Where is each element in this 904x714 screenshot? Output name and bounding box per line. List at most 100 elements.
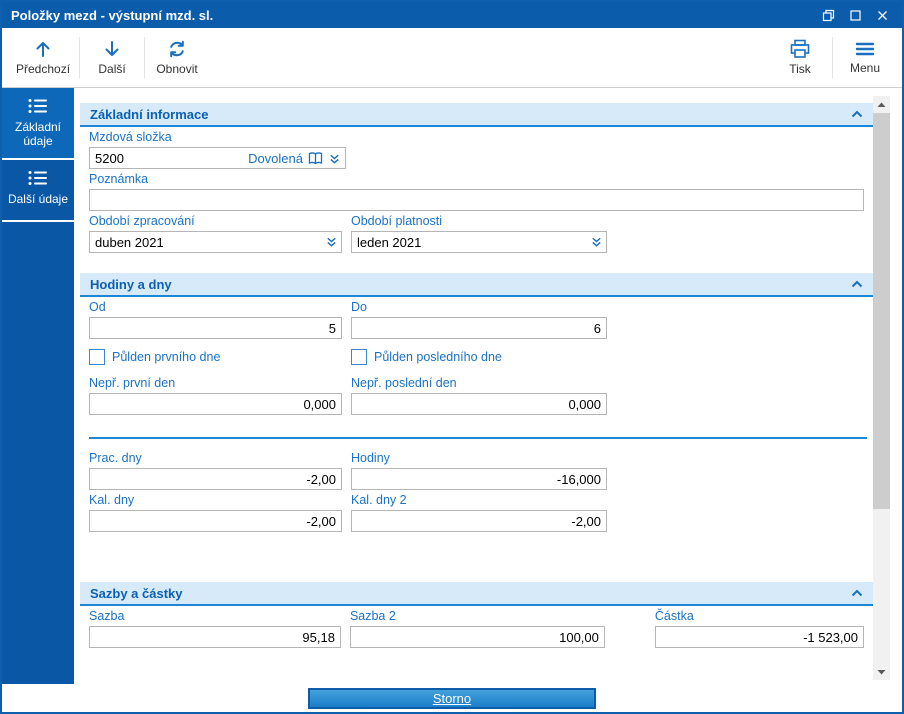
- half-day-last-checkbox[interactable]: [351, 349, 367, 365]
- vertical-scrollbar[interactable]: [873, 96, 890, 680]
- note-label: Poznámka: [89, 172, 149, 186]
- menu-button[interactable]: Menu: [834, 31, 896, 84]
- half-day-first-label: Půlden prvního dne: [112, 350, 221, 364]
- amount-input[interactable]: [654, 626, 864, 648]
- print-button-label: Tisk: [789, 62, 811, 76]
- hamburger-menu-icon: [854, 40, 876, 58]
- absence-last-day-label: Nepř. poslední den: [351, 376, 457, 390]
- half-day-last-checkbox-row[interactable]: Půlden posledního dne: [351, 349, 607, 365]
- toolbar-spacer: [208, 31, 769, 84]
- sidebar-item-label: Základní údaje: [14, 120, 62, 148]
- amount-label: Částka: [654, 609, 694, 623]
- rate-label: Sazba: [89, 609, 125, 623]
- absence-first-day-label: Nepř. první den: [89, 376, 176, 390]
- half-day-first-checkbox[interactable]: [89, 349, 105, 365]
- toolbar-separator: [144, 37, 146, 78]
- restore-window-button[interactable]: [815, 4, 842, 26]
- sidebar-item-zakladni-udaje[interactable]: Základní údaje: [2, 88, 74, 160]
- print-button[interactable]: Tisk: [769, 31, 831, 84]
- half-day-first-checkbox-row[interactable]: Půlden prvního dne: [89, 349, 342, 365]
- section-basic-info: Základní informace Mzdová složka 5200 Do…: [80, 103, 873, 263]
- storno-button[interactable]: Storno: [308, 688, 596, 709]
- titlebar: Položky mezd - výstupní mzd. sl.: [2, 2, 902, 28]
- from-input[interactable]: [89, 317, 342, 339]
- maximize-icon: [849, 9, 862, 22]
- section-header-rates-amounts[interactable]: Sazby a částky: [80, 582, 873, 606]
- catalog-book-icon[interactable]: [308, 151, 323, 165]
- work-days-input[interactable]: [89, 468, 342, 490]
- next-button[interactable]: Další: [81, 31, 143, 84]
- hours-input[interactable]: [351, 468, 607, 490]
- close-icon: [876, 9, 889, 22]
- sidebar-item-label: Další údaje: [7, 192, 69, 206]
- section-title: Základní informace: [90, 106, 209, 122]
- section-divider: [89, 437, 867, 439]
- section-body-basic-info: Mzdová složka 5200 Dovolená Poznámka Obd…: [80, 131, 873, 263]
- dropdown-icon[interactable]: [325, 235, 338, 248]
- section-hours-days: Hodiny a dny Od Do: [80, 273, 873, 572]
- calendar-days-2-label: Kal. dny 2: [351, 493, 407, 507]
- processing-period-input[interactable]: [89, 231, 342, 253]
- wage-component-code: 5200: [95, 150, 124, 166]
- rate-input[interactable]: [89, 626, 341, 648]
- previous-button-label: Předchozí: [16, 62, 71, 76]
- half-day-last-label: Půlden posledního dne: [374, 350, 502, 364]
- scroll-up-button[interactable]: [873, 96, 890, 113]
- chevron-up-icon[interactable]: [851, 589, 863, 597]
- validity-period-input[interactable]: [351, 231, 607, 253]
- section-title: Sazby a částky: [90, 585, 183, 601]
- window-title: Položky mezd - výstupní mzd. sl.: [11, 7, 214, 23]
- scrollbar-track[interactable]: [873, 113, 890, 663]
- chevron-up-icon[interactable]: [851, 280, 863, 288]
- list-icon: [27, 169, 49, 187]
- validity-period-label: Období platnosti: [351, 214, 443, 228]
- section-rates-amounts: Sazby a částky Sazba Sazba 2: [80, 582, 873, 658]
- section-title: Hodiny a dny: [90, 276, 172, 292]
- absence-last-day-input[interactable]: [351, 393, 607, 415]
- sidebar: Základní údaje Další údaje: [2, 88, 74, 684]
- scroll-down-button[interactable]: [873, 663, 890, 680]
- work-days-label: Prac. dny: [89, 451, 142, 465]
- toolbar-separator: [79, 37, 81, 78]
- footer: Storno: [2, 684, 902, 712]
- wage-component-name: Dovolená: [248, 150, 303, 166]
- sidebar-item-dalsi-udaje[interactable]: Další údaje: [2, 160, 74, 222]
- content-panel: Základní informace Mzdová složka 5200 Do…: [74, 88, 873, 684]
- absence-first-day-input[interactable]: [89, 393, 342, 415]
- from-label: Od: [89, 300, 106, 314]
- arrow-down-icon: [102, 39, 122, 59]
- close-button[interactable]: [869, 4, 896, 26]
- note-input[interactable]: [89, 189, 864, 211]
- wage-component-label: Mzdová složka: [89, 130, 172, 144]
- menu-button-label: Menu: [849, 61, 881, 75]
- restore-icon: [822, 9, 835, 22]
- printer-icon: [789, 39, 811, 59]
- refresh-button-label: Obnovit: [156, 62, 198, 76]
- arrow-up-icon: [33, 39, 53, 59]
- previous-button[interactable]: Předchozí: [8, 31, 78, 84]
- dropdown-icon[interactable]: [590, 235, 603, 248]
- list-icon: [27, 97, 49, 115]
- body: Základní údaje Další údaje Základní info…: [2, 88, 902, 684]
- next-button-label: Další: [98, 62, 126, 76]
- calendar-days-input[interactable]: [89, 510, 342, 532]
- calendar-days-label: Kal. dny: [89, 493, 135, 507]
- to-input[interactable]: [351, 317, 607, 339]
- section-header-hours-days[interactable]: Hodiny a dny: [80, 273, 873, 297]
- maximize-button[interactable]: [842, 4, 869, 26]
- window: Položky mezd - výstupní mzd. sl. Předcho…: [0, 0, 904, 714]
- toolbar: Předchozí Další Obnovit Tisk Menu: [2, 28, 902, 88]
- scrollbar-thumb[interactable]: [873, 113, 890, 509]
- chevron-up-icon[interactable]: [851, 110, 863, 118]
- rate-2-label: Sazba 2: [349, 609, 396, 623]
- toolbar-separator: [832, 37, 833, 78]
- refresh-button[interactable]: Obnovit: [146, 31, 208, 84]
- processing-period-label: Období zpracování: [89, 214, 195, 228]
- section-body-hours-days: Od Do Půlden prvního dne: [80, 301, 873, 572]
- section-header-basic-info[interactable]: Základní informace: [80, 103, 873, 127]
- to-label: Do: [351, 300, 367, 314]
- rate-2-input[interactable]: [349, 626, 605, 648]
- calendar-days-2-input[interactable]: [351, 510, 607, 532]
- dropdown-icon[interactable]: [328, 152, 341, 165]
- wage-component-field[interactable]: 5200 Dovolená: [89, 147, 346, 169]
